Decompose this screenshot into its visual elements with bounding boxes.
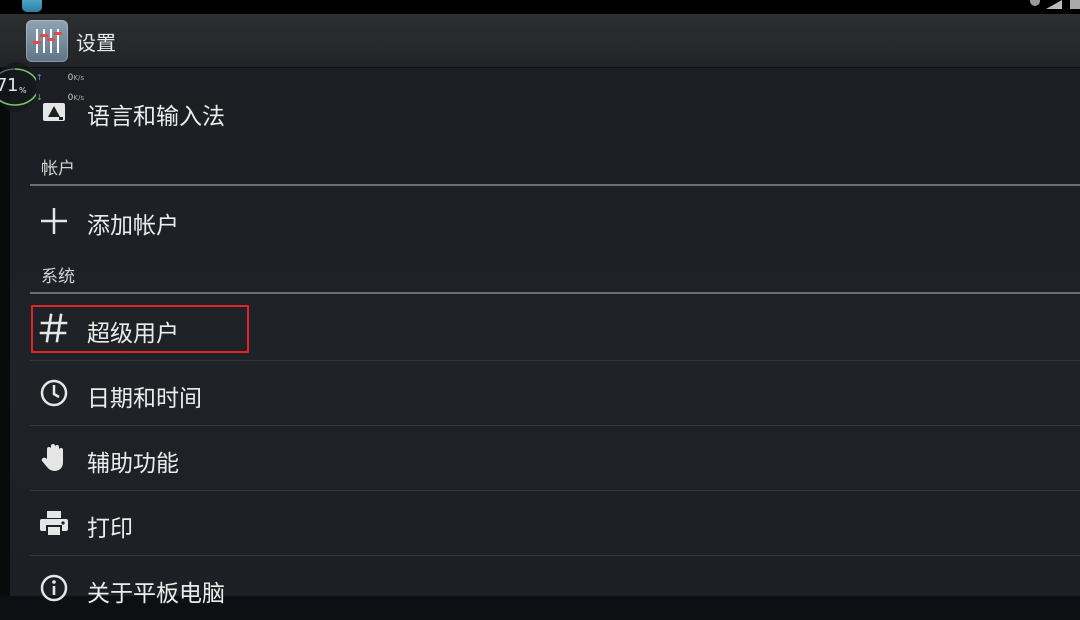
section-divider (30, 184, 1080, 186)
plus-icon (38, 204, 70, 236)
section-divider (30, 292, 1080, 294)
notification-app-icon (22, 0, 42, 12)
settings-item-printing[interactable]: 打印 (30, 491, 1080, 555)
signal-icon (1046, 0, 1062, 9)
settings-item-language[interactable]: 语言和输入法 (30, 79, 1080, 143)
settings-item-label: 打印 (87, 516, 133, 542)
settings-item-add-account[interactable]: 添加帐户 (30, 188, 1080, 252)
speed-unit: K/s (73, 94, 84, 102)
action-bar: 设置 (0, 14, 1080, 68)
info-icon (38, 572, 70, 604)
section-title: 帐户 (41, 159, 75, 179)
upload-arrow-icon: ↑ (36, 73, 43, 82)
download-arrow-icon: ↓ (36, 93, 43, 102)
cpu-percent-sign: % (19, 86, 27, 95)
hand-icon (38, 442, 70, 474)
settings-item-label: 辅助功能 (87, 451, 179, 477)
clock-icon (38, 377, 70, 409)
section-header-accounts: 帐户 (30, 152, 1080, 186)
settings-item-label: 语言和输入法 (87, 104, 225, 130)
settings-item-label: 添加帐户 (87, 213, 179, 239)
settings-item-date-time[interactable]: 日期和时间 (30, 361, 1080, 425)
status-icons (1028, 0, 1080, 10)
highlight-box (31, 305, 249, 353)
network-speed-widget[interactable]: 71 % ↑ 0K/s ↓ 0K/s (0, 62, 96, 114)
left-edge (0, 68, 10, 596)
status-bar (0, 0, 1080, 14)
section-header-system: 系统 (30, 260, 1080, 294)
battery-icon (1070, 0, 1080, 9)
settings-sliders-icon[interactable] (26, 20, 68, 62)
speed-unit: K/s (73, 74, 84, 82)
settings-item-label: 日期和时间 (87, 386, 202, 412)
wifi-icon (1030, 0, 1040, 6)
download-speed: ↓ 0K/s (36, 92, 88, 106)
section-title: 系统 (41, 267, 75, 287)
printer-icon (38, 507, 70, 539)
settings-item-accessibility[interactable]: 辅助功能 (30, 426, 1080, 490)
page-title: 设置 (76, 31, 116, 55)
upload-speed: ↑ 0K/s (36, 72, 88, 86)
settings-item-about[interactable]: 关于平板电脑 (30, 556, 1080, 620)
settings-item-label: 关于平板电脑 (87, 581, 225, 607)
cpu-percent: 71 (0, 75, 18, 96)
